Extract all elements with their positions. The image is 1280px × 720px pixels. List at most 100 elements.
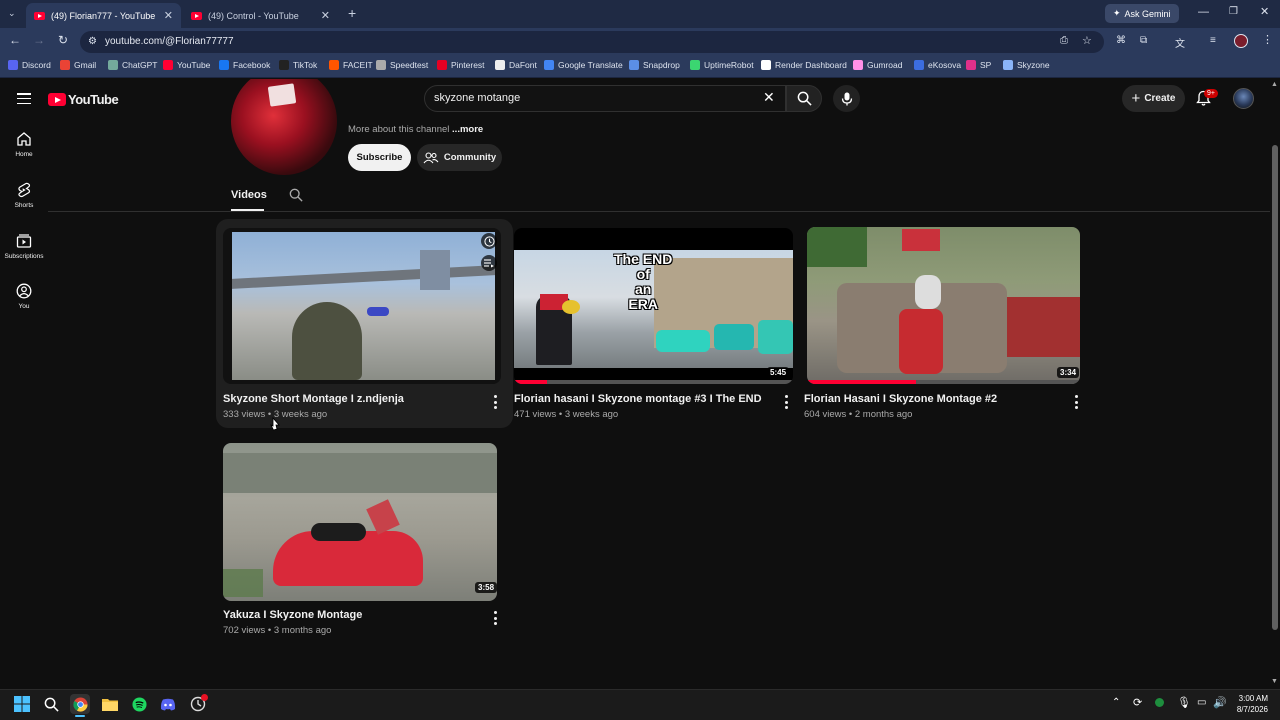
bookmark-gmail[interactable]: Gmail	[60, 60, 96, 70]
channel-about[interactable]: More about this channel ...more	[348, 124, 483, 135]
watch-later-icon[interactable]	[481, 233, 497, 249]
channel-avatar[interactable]	[231, 79, 337, 175]
video-thumbnail-4[interactable]	[223, 443, 497, 601]
bookmark-label: ChatGPT	[122, 60, 158, 70]
voice-search-button[interactable]	[833, 85, 860, 112]
start-button[interactable]	[12, 694, 32, 714]
bookmark-dafont[interactable]: DaFont	[495, 60, 537, 70]
bookmark-speedtest[interactable]: Speedtest	[376, 60, 428, 70]
back-icon[interactable]: ←	[9, 33, 21, 47]
media-icon[interactable]: ≡	[1210, 35, 1216, 46]
bookmark-snapdrop[interactable]: Snapdrop	[629, 60, 680, 70]
install-app-icon[interactable]: ⎙	[1060, 35, 1068, 46]
youtube-logo[interactable]: YouTube	[48, 92, 119, 107]
close-tab-icon[interactable]: ✕	[164, 9, 173, 22]
video-thumbnail-1[interactable]	[223, 228, 501, 384]
plus-icon: +	[1131, 90, 1141, 107]
tab-videos[interactable]: Videos	[231, 189, 267, 201]
site-info-icon[interactable]: ⚙	[88, 36, 97, 47]
bookmark-ekosova[interactable]: eKosova	[914, 60, 961, 70]
microphone-tray-icon[interactable]: 🎙	[1177, 696, 1191, 709]
channel-more-link[interactable]: ...more	[452, 124, 483, 135]
taskbar-spotify[interactable]	[129, 694, 149, 714]
bookmark-google-translate[interactable]: Google Translate	[544, 60, 623, 70]
close-tab-icon[interactable]: ✕	[321, 9, 330, 22]
shorts-icon	[18, 182, 31, 198]
bookmark-render-dashboard[interactable]: Render Dashboard	[761, 60, 847, 70]
show-hidden-icons[interactable]: ⌃	[1112, 697, 1120, 708]
scrollbar-thumb[interactable]	[1272, 145, 1278, 630]
scroll-down-arrow[interactable]: ▼	[1271, 678, 1278, 685]
new-tab-button[interactable]: +	[348, 5, 356, 21]
bookmark-label: YouTube	[177, 60, 211, 70]
video-title-1[interactable]: Skyzone Short Montage I z.ndjenja	[223, 393, 404, 405]
video-title-4[interactable]: Yakuza I Skyzone Montage	[223, 609, 362, 621]
taskbar-search-button[interactable]	[41, 694, 61, 714]
add-to-queue-icon[interactable]	[481, 255, 497, 271]
community-button[interactable]: Community	[417, 144, 502, 171]
video-thumbnail-2[interactable]: The END of an ERA	[514, 228, 793, 384]
search-icon	[797, 91, 812, 106]
search-input[interactable]: skyzone motange	[434, 92, 520, 104]
bookmark-facebook[interactable]: Facebook	[219, 60, 270, 70]
create-button[interactable]: + Create	[1122, 85, 1185, 112]
video-menu-icon[interactable]	[1075, 395, 1079, 409]
sync-tray-icon[interactable]: ⟳	[1133, 696, 1142, 709]
search-button[interactable]	[786, 85, 822, 112]
volume-icon[interactable]: 🔊	[1213, 696, 1227, 709]
profile-avatar[interactable]	[1234, 34, 1248, 48]
nav-you[interactable]: You	[0, 283, 48, 310]
clear-search-icon[interactable]: ✕	[763, 89, 775, 106]
bookmark-faceit[interactable]: FACEIT	[329, 60, 373, 70]
bookmark-uptimerobot[interactable]: UptimeRobot	[690, 60, 754, 70]
forward-icon[interactable]: →	[33, 33, 45, 47]
taskbar-discord[interactable]	[158, 694, 178, 714]
bookmark-discord[interactable]: Discord	[8, 60, 51, 70]
reload-icon[interactable]: ↻	[58, 33, 68, 47]
translate-icon[interactable]: 文	[1175, 35, 1185, 50]
menu-icon[interactable]	[17, 93, 31, 104]
nav-you-label: You	[18, 303, 30, 310]
active-app-indicator	[75, 715, 85, 717]
video-age: 3 weeks ago	[273, 409, 328, 420]
nav-shorts[interactable]: Shorts	[0, 182, 48, 209]
taskbar-chrome[interactable]	[70, 694, 90, 714]
extensions-puzzle-icon[interactable]: ⧉	[1140, 35, 1147, 46]
status-tray-icon[interactable]	[1155, 698, 1164, 707]
bookmark-chatgpt[interactable]: ChatGPT	[108, 60, 157, 70]
video-menu-icon[interactable]	[494, 395, 498, 409]
display-tray-icon[interactable]: ▭	[1197, 697, 1206, 708]
channel-search-button[interactable]	[289, 188, 303, 207]
bookmark-skyzone[interactable]: Skyzone	[1003, 60, 1050, 70]
bookmark-gumroad[interactable]: Gumroad	[853, 60, 902, 70]
tab-search-icon[interactable]: ⌄	[8, 8, 16, 19]
taskbar-file-explorer[interactable]	[100, 694, 120, 714]
video-title-3[interactable]: Florian Hasani I Skyzone Montage #2	[804, 393, 997, 405]
video-thumbnail-3[interactable]	[807, 227, 1080, 384]
url-text[interactable]: youtube.com/@Florian77777	[105, 36, 234, 47]
video-title-2[interactable]: Florian hasani I Skyzone montage #3 I Th…	[514, 393, 762, 405]
nav-home[interactable]: Home	[0, 131, 48, 158]
minimize-button[interactable]: —	[1198, 6, 1209, 18]
system-clock[interactable]: 3:00 AM 8/7/2026	[1232, 693, 1268, 715]
chrome-menu-icon[interactable]: ⋮	[1262, 33, 1273, 46]
maximize-button[interactable]: ❐	[1229, 6, 1238, 17]
bookmark-star-icon[interactable]: ☆	[1082, 34, 1092, 47]
bookmark-tiktok[interactable]: TikTok	[279, 60, 317, 70]
video-menu-icon[interactable]	[494, 611, 498, 625]
subscribe-button[interactable]: Subscribe	[348, 144, 411, 171]
extension-icon[interactable]: ⌘	[1116, 35, 1126, 46]
bookmark-favicon-icon	[219, 60, 229, 70]
browser-tab-florian[interactable]: (49) Florian777 - YouTube ✕	[26, 3, 181, 28]
nav-subscriptions[interactable]: Subscriptions	[0, 233, 48, 260]
close-window-button[interactable]: ✕	[1260, 5, 1269, 18]
bookmark-sp[interactable]: SP	[966, 60, 991, 70]
scroll-up-arrow[interactable]: ▲	[1271, 81, 1278, 88]
ask-gemini-label: Ask Gemini	[1124, 8, 1171, 19]
ask-gemini-button[interactable]: ✦ Ask Gemini	[1105, 4, 1179, 23]
bookmark-pinterest[interactable]: Pinterest	[437, 60, 485, 70]
bookmark-youtube[interactable]: YouTube	[163, 60, 210, 70]
video-menu-icon[interactable]	[785, 395, 789, 409]
account-avatar[interactable]	[1233, 88, 1254, 109]
browser-tab-control[interactable]: (49) Control - YouTube ✕	[183, 3, 338, 28]
